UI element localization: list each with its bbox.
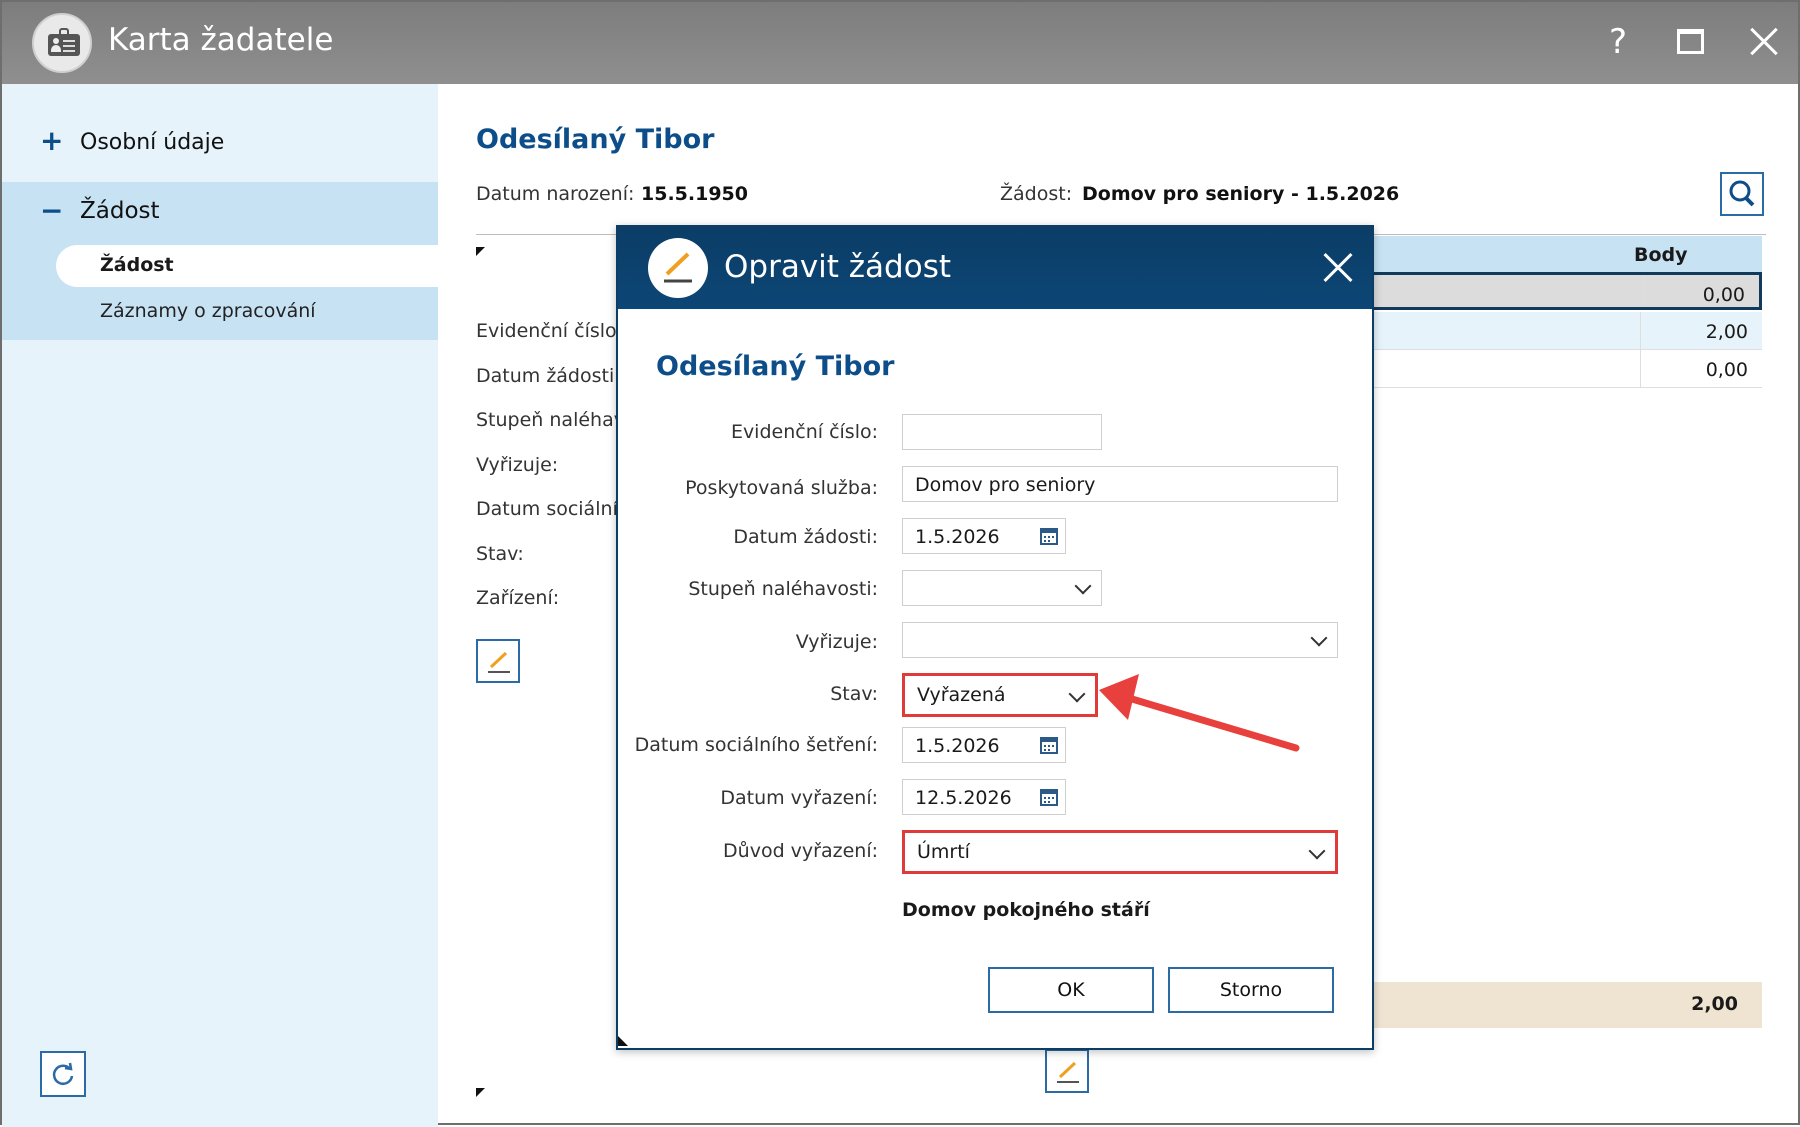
- edit-points-button[interactable]: [1045, 1049, 1089, 1093]
- chevron-down-icon: [1068, 685, 1086, 703]
- chevron-down-icon: [1074, 577, 1092, 595]
- label-datum-zadosti: Datum žádosti:: [733, 526, 878, 548]
- page-title: Odesílaný Tibor: [476, 124, 715, 155]
- label-duvod-vyrazeni: Důvod vyřazení:: [723, 840, 878, 862]
- field-label-zarizeni: Zařízení:: [476, 587, 560, 609]
- pencil-icon: [1057, 1061, 1079, 1083]
- column-header-body: Body: [1634, 244, 1688, 266]
- title-bar: Karta žadatele ?: [2, 2, 1798, 84]
- table-cell: 0,00: [1705, 359, 1748, 381]
- stupen-nalehavosti-select[interactable]: [902, 570, 1102, 606]
- dialog-person-name: Odesílaný Tibor: [656, 351, 895, 382]
- search-button[interactable]: [1720, 172, 1764, 216]
- corner-marker: [476, 247, 485, 256]
- datum-zadosti-input[interactable]: 1.5.2026: [902, 518, 1066, 554]
- search-icon: [1729, 180, 1755, 207]
- label-stupen-nalehavosti: Stupeň naléhavosti:: [688, 578, 878, 600]
- datum-socialniho-setreni-input[interactable]: 1.5.2026: [902, 727, 1066, 763]
- applicant-card-icon: [32, 13, 92, 73]
- poskytovana-sluzba-input[interactable]: Domov pro seniory: [902, 466, 1338, 502]
- refresh-button[interactable]: [40, 1051, 86, 1097]
- birth-date-label: Datum narození:: [476, 183, 635, 205]
- sidebar-item-label: Žádost: [80, 198, 160, 224]
- maximize-icon: [1677, 29, 1704, 54]
- birth-date-value: 15.5.1950: [641, 183, 748, 205]
- ok-button[interactable]: OK: [988, 967, 1154, 1013]
- edit-request-dialog: Opravit žádost Odesílaný Tibor Evidenční…: [616, 225, 1374, 1050]
- organization-name: Domov pokojného stáří: [902, 899, 1150, 921]
- sidebar-subitems: Žádost Záznamy o zpracování: [2, 242, 438, 340]
- calendar-icon[interactable]: [1039, 526, 1059, 546]
- help-button[interactable]: ?: [1596, 20, 1640, 64]
- dialog-header: Opravit žádost: [618, 227, 1372, 309]
- pencil-icon: [488, 651, 510, 673]
- date-value: 1.5.2026: [915, 526, 1000, 548]
- sidebar-item-osobni-udaje[interactable]: + Osobní údaje: [2, 124, 438, 164]
- sidebar: + Osobní údaje − Žádost Žádost Záznamy o…: [2, 84, 438, 1127]
- select-value: Úmrtí: [917, 841, 970, 863]
- label-stav: Stav:: [830, 683, 878, 705]
- label-datum-vyrazeni: Datum vyřazení:: [720, 787, 878, 809]
- label-datum-socialniho-setreni: Datum sociálního šetření:: [634, 734, 878, 756]
- chevron-down-icon: [1310, 629, 1328, 647]
- select-value: Vyřazená: [917, 684, 1006, 706]
- stav-select[interactable]: Vyřazená: [902, 673, 1098, 717]
- request-value: Domov pro seniory - 1.5.2026: [1082, 183, 1400, 205]
- field-label-evidencni-cislo: Evidenční číslo:: [476, 320, 624, 342]
- collapse-icon: −: [40, 194, 64, 227]
- sidebar-item-zadost[interactable]: − Žádost: [2, 182, 438, 242]
- sidebar-subitem-zadost[interactable]: Žádost: [56, 245, 438, 287]
- corner-marker: [476, 1088, 485, 1097]
- cancel-button[interactable]: Storno: [1168, 967, 1334, 1013]
- vyrizuje-select[interactable]: [902, 622, 1338, 658]
- calendar-icon[interactable]: [1039, 735, 1059, 755]
- date-value: 12.5.2026: [915, 787, 1012, 809]
- field-label-stav: Stav:: [476, 543, 524, 565]
- chevron-down-icon: [1308, 842, 1326, 860]
- expand-icon: +: [40, 124, 64, 157]
- resize-grip[interactable]: [618, 1036, 628, 1046]
- field-label-vyrizuje: Vyřizuje:: [476, 454, 559, 476]
- applicant-card-window: Karta žadatele ? + Osobní údaje − Žádost…: [0, 0, 1800, 1127]
- table-cell: 0,00: [1702, 284, 1745, 306]
- label-vyrizuje: Vyřizuje:: [795, 631, 878, 653]
- table-cell: 2,00: [1705, 321, 1748, 343]
- edit-request-button[interactable]: [476, 639, 520, 683]
- field-label-stupen: Stupeň naléhav: [476, 409, 625, 431]
- request-label: Žádost:: [1000, 183, 1073, 205]
- label-evidencni-cislo: Evidenční číslo:: [730, 421, 878, 443]
- window-title: Karta žadatele: [108, 22, 334, 58]
- calendar-icon[interactable]: [1039, 787, 1059, 807]
- close-window-button[interactable]: [1742, 20, 1786, 64]
- datum-vyrazeni-input[interactable]: 12.5.2026: [902, 779, 1066, 815]
- maximize-button[interactable]: [1668, 20, 1712, 64]
- label-poskytovana-sluzba: Poskytovaná služba:: [685, 477, 878, 499]
- field-label-datum-zadosti: Datum žádosti:: [476, 365, 621, 387]
- table-total: 2,00: [1691, 993, 1738, 1015]
- pencil-icon: [648, 238, 708, 298]
- sidebar-subitem-label: Žádost: [100, 254, 174, 276]
- field-label-datum-socialniho: Datum sociálníh: [476, 498, 630, 520]
- sidebar-subitem-zaznamy[interactable]: Záznamy o zpracování: [100, 300, 316, 322]
- duvod-vyrazeni-select[interactable]: Úmrtí: [902, 830, 1338, 874]
- date-value: 1.5.2026: [915, 735, 1000, 757]
- dialog-close-button[interactable]: [1318, 247, 1358, 287]
- sidebar-item-label: Osobní údaje: [80, 130, 225, 155]
- evidencni-cislo-input[interactable]: [902, 414, 1102, 450]
- dialog-title: Opravit žádost: [724, 249, 952, 285]
- refresh-icon: [52, 1062, 74, 1085]
